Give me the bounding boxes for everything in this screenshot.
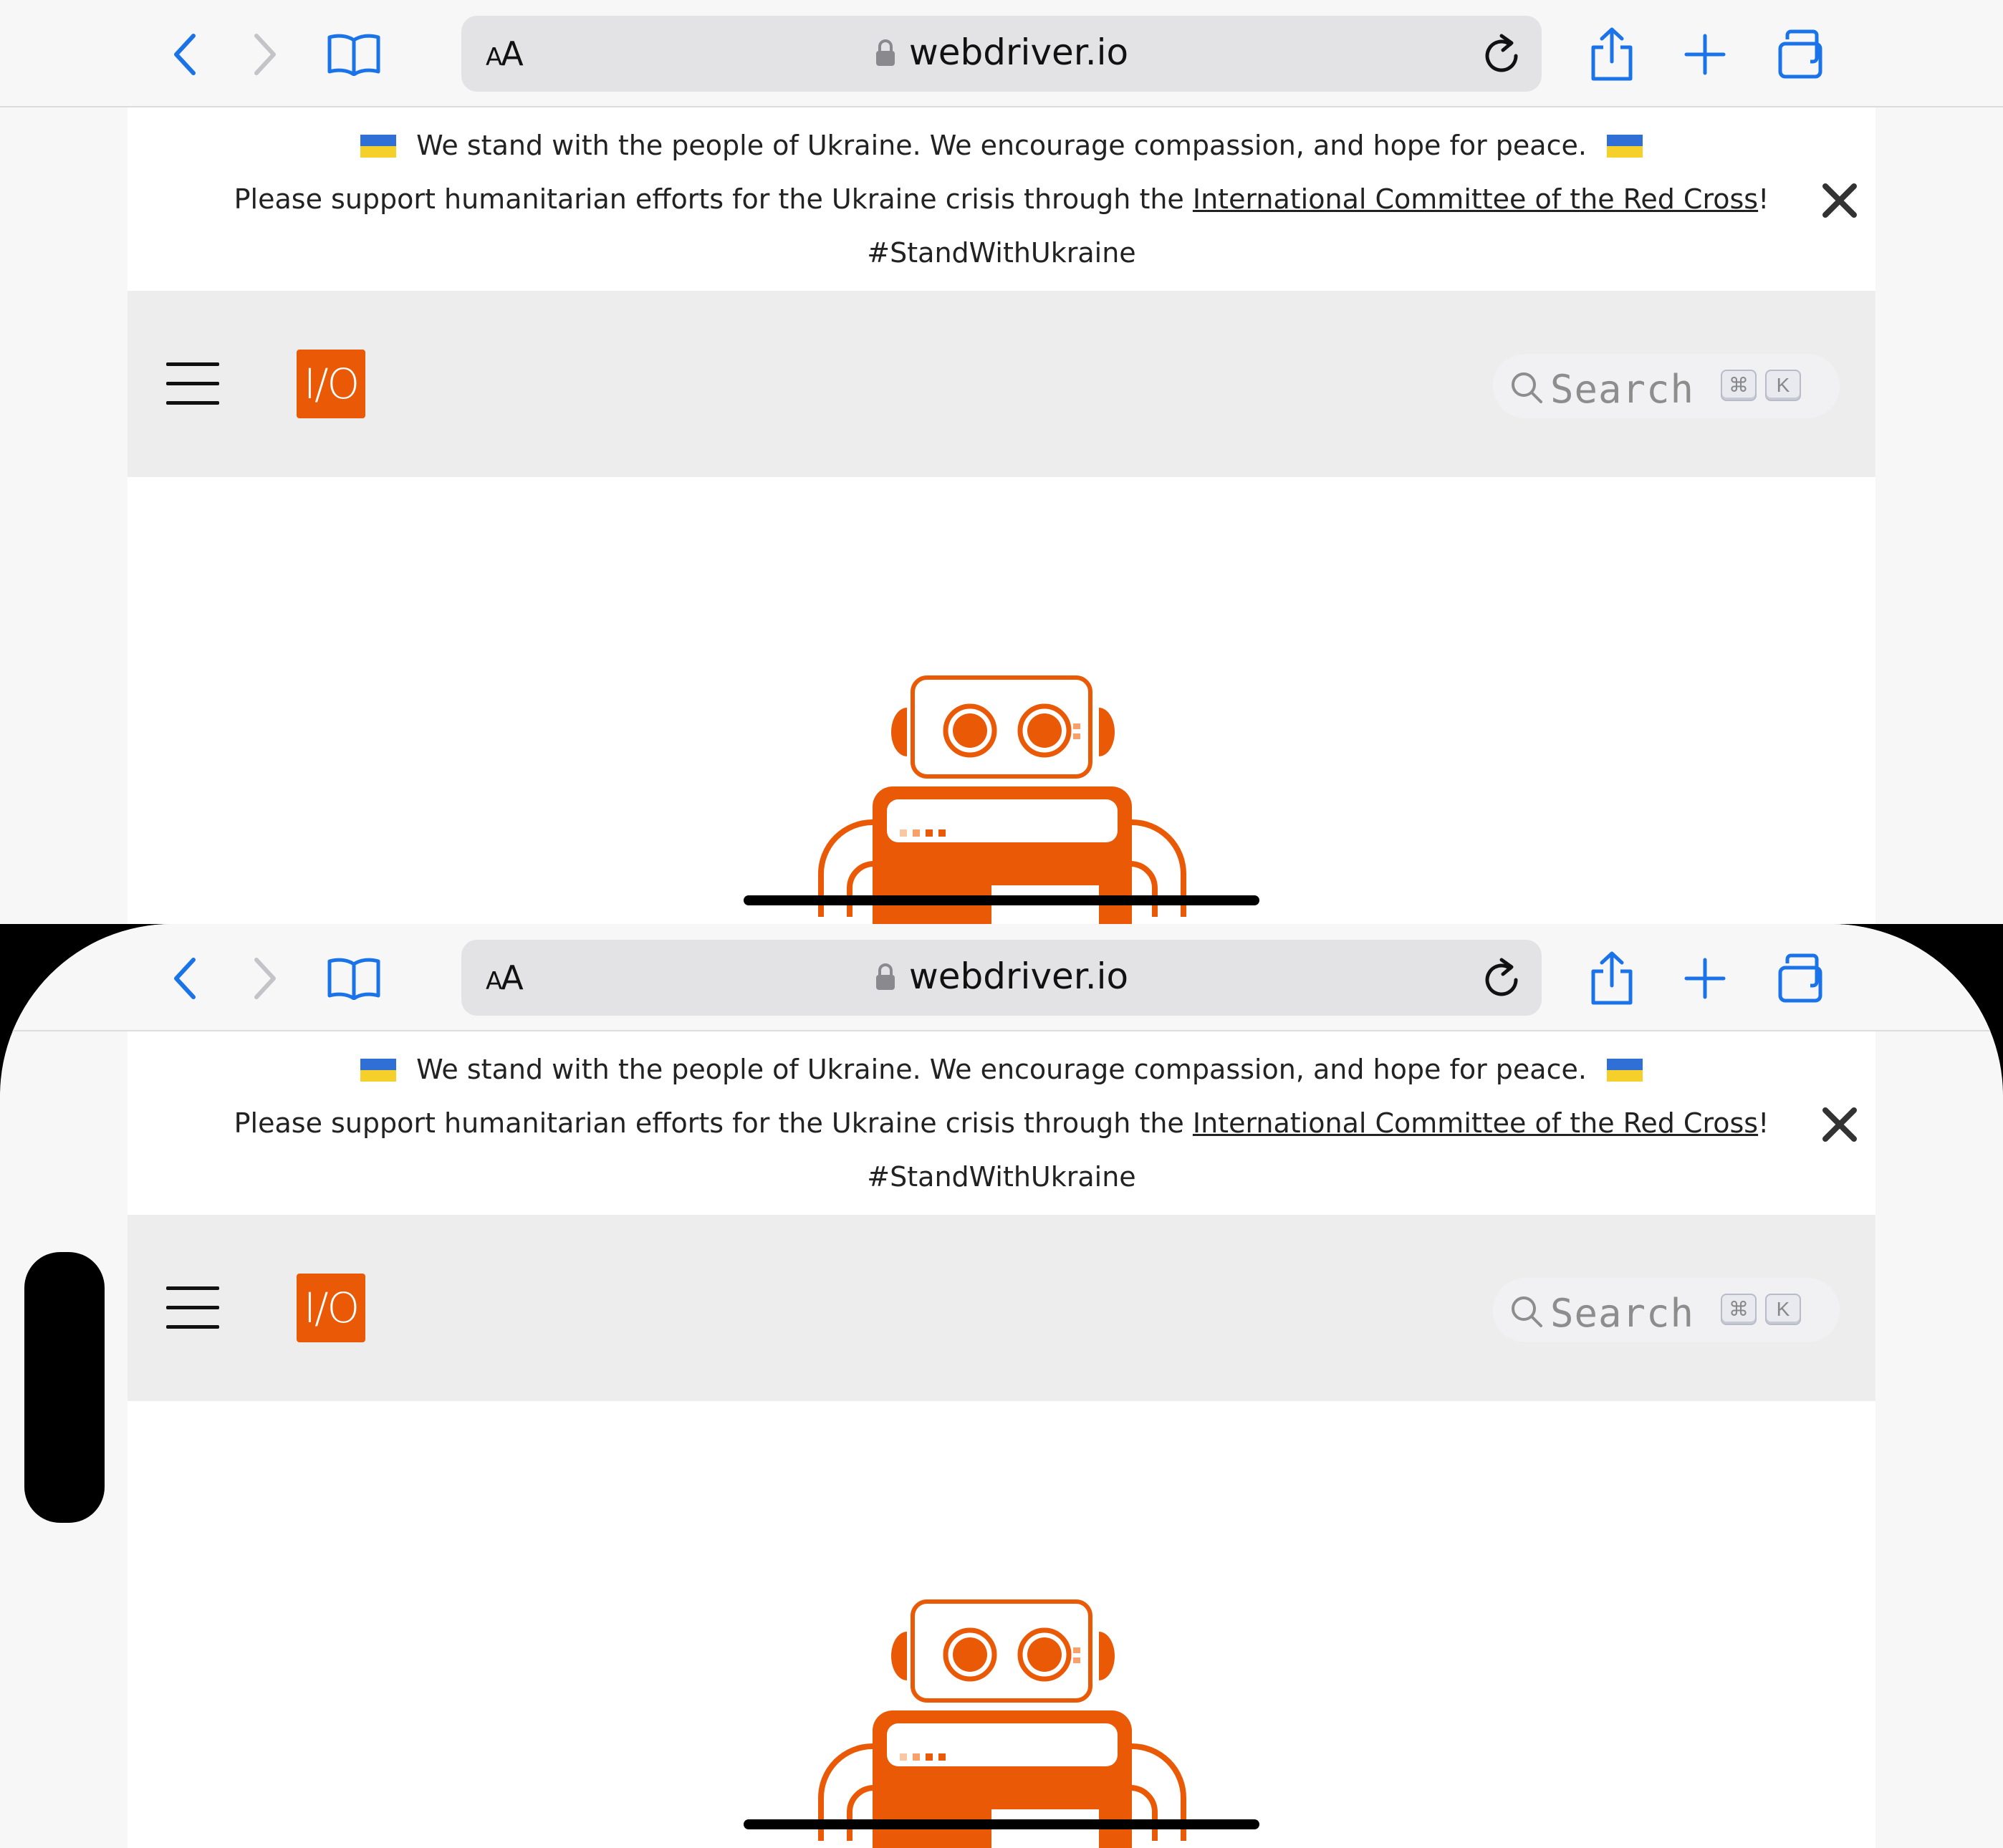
tabs-overview-icon	[1778, 953, 1822, 1003]
lock-icon	[875, 39, 895, 66]
cmd-key-hint: ⌘	[1721, 1294, 1757, 1325]
close-banner-button[interactable]	[1818, 179, 1861, 222]
url-text: webdriver.io	[908, 956, 1129, 997]
reload-button[interactable]	[1481, 956, 1522, 1002]
close-icon	[1822, 1107, 1857, 1142]
reload-icon	[1485, 958, 1518, 996]
tabs-overview-button[interactable]	[1774, 950, 1831, 1007]
lock-icon	[875, 963, 895, 990]
banner-hashtag: #StandWithUkraine	[867, 237, 1136, 269]
url-text: webdriver.io	[908, 32, 1129, 73]
robot-mascot-illustration	[818, 675, 1186, 924]
banner-line1: We stand with the people of Ukraine. We …	[416, 130, 1587, 161]
bookmarks-button[interactable]	[325, 26, 383, 83]
address-bar[interactable]: AA webdriver.io	[461, 16, 1542, 92]
back-button[interactable]	[156, 950, 213, 1007]
red-cross-link[interactable]: International Committee of the Red Cross	[1193, 183, 1758, 215]
banner-line2-suffix: !	[1758, 183, 1769, 215]
site-navbar: I/O Search ⌘ K	[128, 1215, 1875, 1401]
hamburger-menu-icon[interactable]	[166, 362, 219, 405]
chevron-right-icon	[254, 958, 276, 999]
chevron-left-icon	[174, 34, 196, 75]
screenshot-bottom: AA webdriver.io We stand with the people…	[0, 924, 2003, 1848]
back-button[interactable]	[156, 26, 213, 83]
dynamic-island-cutout	[24, 1252, 105, 1523]
close-icon	[1822, 183, 1857, 218]
search-button[interactable]: Search ⌘ K	[1493, 354, 1840, 418]
red-cross-link[interactable]: International Committee of the Red Cross	[1193, 1107, 1758, 1139]
reload-button[interactable]	[1481, 32, 1522, 78]
address-bar[interactable]: AA webdriver.io	[461, 940, 1542, 1016]
search-icon	[1512, 372, 1542, 403]
tabs-overview-icon	[1778, 29, 1822, 79]
banner-line2-suffix: !	[1758, 1107, 1769, 1139]
webdriverio-logo[interactable]: I/O	[297, 1274, 365, 1342]
cmd-key-hint: ⌘	[1721, 370, 1757, 401]
site-navbar: I/O Search ⌘ K	[128, 291, 1875, 477]
webdriverio-logo[interactable]: I/O	[297, 350, 365, 418]
banner-line1: We stand with the people of Ukraine. We …	[416, 1054, 1587, 1085]
reload-icon	[1485, 34, 1518, 72]
forward-button[interactable]	[236, 26, 294, 83]
web-page: We stand with the people of Ukraine. We …	[128, 107, 1875, 924]
search-icon	[1512, 1296, 1542, 1327]
close-banner-button[interactable]	[1818, 1103, 1861, 1146]
home-indicator[interactable]	[744, 895, 1259, 905]
plus-icon	[1684, 958, 1726, 999]
search-placeholder: Search	[1550, 367, 1695, 412]
safari-toolbar: AA webdriver.io	[0, 0, 2003, 107]
search-placeholder: Search	[1550, 1291, 1695, 1336]
screenshot-top: AA webdriver.io We stand with the people…	[0, 0, 2003, 924]
book-icon	[327, 34, 380, 76]
banner-line2-prefix: Please support humanitarian efforts for …	[234, 1107, 1193, 1139]
ukraine-flag-icon	[360, 135, 397, 158]
k-key-hint: K	[1765, 1294, 1801, 1325]
web-page: We stand with the people of Ukraine. We …	[128, 1031, 1875, 1848]
ukraine-banner: We stand with the people of Ukraine. We …	[128, 1031, 1875, 1215]
new-tab-button[interactable]	[1676, 950, 1734, 1007]
share-icon	[1591, 27, 1633, 81]
ukraine-flag-icon	[1606, 135, 1643, 158]
share-button[interactable]	[1583, 26, 1641, 83]
forward-button[interactable]	[236, 950, 294, 1007]
robot-mascot-illustration	[818, 1599, 1186, 1848]
home-indicator[interactable]	[744, 1819, 1259, 1829]
chevron-left-icon	[174, 958, 196, 999]
plus-icon	[1684, 34, 1726, 75]
hamburger-menu-icon[interactable]	[166, 1286, 219, 1329]
share-button[interactable]	[1583, 950, 1641, 1007]
tabs-overview-button[interactable]	[1774, 26, 1831, 83]
book-icon	[327, 958, 380, 1000]
share-icon	[1591, 951, 1633, 1005]
ukraine-flag-icon	[1606, 1059, 1643, 1082]
banner-hashtag: #StandWithUkraine	[867, 1161, 1136, 1193]
new-tab-button[interactable]	[1676, 26, 1734, 83]
k-key-hint: K	[1765, 370, 1801, 401]
banner-line2-prefix: Please support humanitarian efforts for …	[234, 183, 1193, 215]
chevron-right-icon	[254, 34, 276, 75]
bookmarks-button[interactable]	[325, 950, 383, 1007]
ukraine-banner: We stand with the people of Ukraine. We …	[128, 107, 1875, 291]
ukraine-flag-icon	[360, 1059, 397, 1082]
search-button[interactable]: Search ⌘ K	[1493, 1278, 1840, 1342]
safari-toolbar: AA webdriver.io	[0, 924, 2003, 1031]
